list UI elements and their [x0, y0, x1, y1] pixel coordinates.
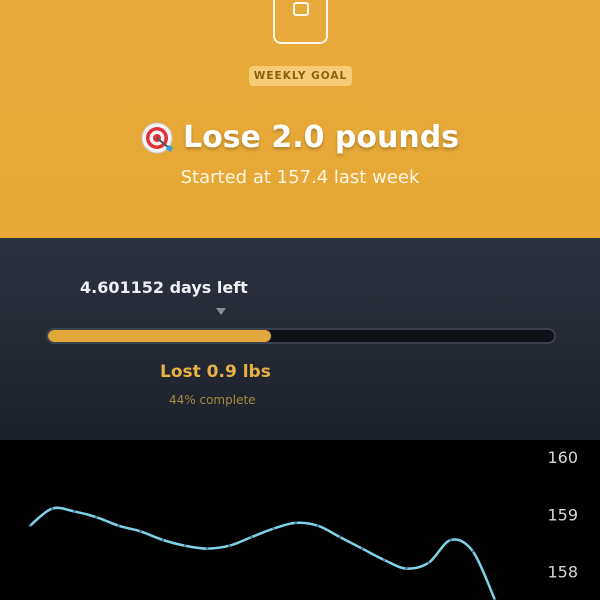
days-left-label: 4.601152 days left: [80, 278, 248, 297]
progress-panel: 4.601152 days left Lost 0.9 lbs 44% comp…: [0, 238, 600, 440]
progress-marker-icon: [216, 308, 226, 315]
weight-data-point: [471, 550, 475, 553]
weekly-goal-header: WEEKLY GOAL Lose 2.0 pounds Started at 1…: [0, 0, 600, 238]
weight-data-point: [205, 547, 209, 550]
percent-complete-label: 44% complete: [169, 393, 256, 407]
target-icon: [141, 122, 173, 154]
weight-data-point: [272, 527, 275, 530]
weight-data-point: [294, 521, 297, 525]
weight-data-point: [161, 538, 165, 542]
weight-trend-line: [28, 506, 497, 600]
weight-data-point: [360, 547, 364, 550]
weight-data-point: [228, 544, 231, 547]
scale-icon: [273, 0, 328, 44]
y-tick-label: 160: [547, 448, 578, 467]
weight-chart[interactable]: 160 159 158: [0, 440, 600, 600]
weight-chart-svg: 160 159 158: [28, 448, 578, 600]
goal-subtitle: Started at 157.4 last week: [180, 167, 420, 188]
weight-data-point: [73, 510, 76, 513]
weight-data-point: [383, 558, 386, 562]
weight-data-point: [28, 524, 32, 527]
y-tick-label: 158: [547, 562, 578, 581]
weight-data-point: [50, 507, 54, 510]
weight-data-point: [139, 530, 142, 533]
weight-data-point: [449, 538, 452, 542]
progress-bar-fill: [48, 330, 271, 342]
progress-bar: [46, 328, 556, 344]
weight-lost-label: Lost 0.9 lbs: [160, 362, 271, 382]
goal-title-row: Lose 2.0 pounds: [0, 115, 600, 159]
weight-data-point: [250, 535, 253, 539]
weight-data-point: [183, 544, 187, 547]
goal-title: Lose 2.0 pounds: [182, 119, 460, 155]
weight-data-point: [316, 524, 320, 527]
y-tick-label: 159: [547, 505, 578, 524]
weight-data-point: [427, 561, 430, 565]
weight-data-point: [405, 567, 408, 570]
weight-data-point: [338, 535, 342, 539]
weekly-goal-badge: WEEKLY GOAL: [249, 66, 352, 86]
weight-data-point: [117, 524, 120, 527]
weight-data-point: [95, 515, 98, 519]
scale-display: [293, 2, 309, 16]
